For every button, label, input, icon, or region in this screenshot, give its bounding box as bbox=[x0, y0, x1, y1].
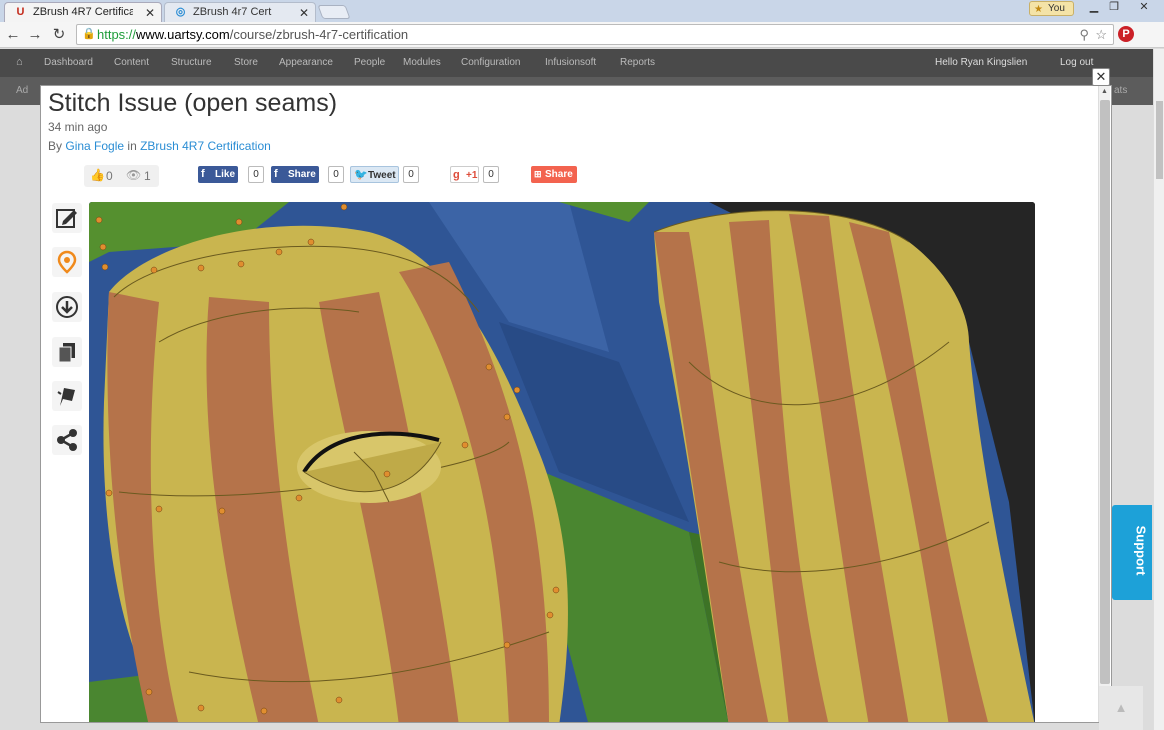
restore-icon[interactable]: ❐ bbox=[1102, 1, 1126, 15]
edit-icon[interactable] bbox=[52, 203, 82, 233]
home-icon[interactable]: ⌂ bbox=[16, 56, 23, 68]
scroll-up-icon[interactable]: ▲ bbox=[1101, 88, 1108, 95]
eye-icon: 👁 bbox=[126, 168, 142, 182]
google-plus-icon: g bbox=[453, 169, 460, 181]
url-scheme: https:// bbox=[97, 27, 137, 42]
address-bar[interactable]: 🔒 https://www.uartsy.com/course/zbrush-4… bbox=[76, 24, 1114, 45]
facebook-icon: f bbox=[274, 168, 278, 180]
back-to-top-button[interactable]: ▲ bbox=[1099, 686, 1143, 730]
bookmark-star-icon[interactable]: ☆ bbox=[1095, 25, 1107, 44]
pinterest-icon[interactable]: P bbox=[1118, 26, 1134, 42]
admin-item-people[interactable]: People bbox=[354, 57, 385, 68]
tweet-count: 0 bbox=[403, 166, 419, 183]
tab-zbrush-cert[interactable]: ◎ ZBrush 4r7 Cert ✕ bbox=[164, 2, 316, 22]
browser-toolbar: ← → ↻ 🔒 https://www.uartsy.com/course/zb… bbox=[0, 22, 1164, 63]
fb-like-label: Like bbox=[215, 169, 236, 180]
modal-scrollbar[interactable]: ▲ ▼ bbox=[1098, 86, 1110, 722]
share-button[interactable]: ⊞ Share bbox=[531, 166, 577, 183]
facebook-share-button[interactable]: f Share bbox=[271, 166, 319, 183]
copy-icon[interactable] bbox=[52, 337, 82, 367]
admin-item-dashboard[interactable]: Dashboard bbox=[44, 57, 93, 68]
tweet-button[interactable]: 🐦 Tweet bbox=[350, 166, 400, 183]
fb-share-count: 0 bbox=[328, 166, 344, 183]
window-close-icon[interactable]: ✕ bbox=[1132, 1, 1156, 15]
download-icon[interactable] bbox=[52, 292, 82, 322]
admin-item-store[interactable]: Store bbox=[234, 57, 258, 68]
new-tab-button[interactable] bbox=[317, 5, 351, 19]
admin-item-structure[interactable]: Structure bbox=[171, 57, 212, 68]
admin-item-modules[interactable]: Modules bbox=[403, 57, 441, 68]
modal-close-button[interactable]: ✕ bbox=[1092, 68, 1110, 86]
admin-item-configuration[interactable]: Configuration bbox=[461, 57, 520, 68]
page-scrollbar[interactable] bbox=[1153, 49, 1164, 730]
google-plus-button[interactable]: g +1 bbox=[450, 166, 479, 183]
thumbs-up-icon[interactable]: 👍 bbox=[90, 168, 105, 182]
view-count: 1 bbox=[144, 169, 151, 183]
tweet-label: Tweet bbox=[368, 170, 396, 181]
modal-scroll-thumb[interactable] bbox=[1100, 100, 1110, 684]
byline-in: in bbox=[127, 139, 137, 153]
globe-icon: ◎ bbox=[175, 6, 186, 18]
tab-label: ZBrush 4R7 Certification | bbox=[33, 6, 133, 18]
post-stats: 👍 0 👁 1 bbox=[84, 165, 159, 187]
tab-close-icon[interactable]: ✕ bbox=[299, 4, 309, 22]
fb-share-label: Share bbox=[288, 169, 316, 180]
logout-link[interactable]: Log out bbox=[1060, 57, 1093, 68]
admin-item-appearance[interactable]: Appearance bbox=[279, 57, 333, 68]
twitter-icon: 🐦 bbox=[354, 169, 368, 181]
post-timestamp: 34 min ago bbox=[48, 120, 108, 134]
share-icon[interactable] bbox=[52, 425, 82, 455]
flag-icon[interactable] bbox=[52, 381, 82, 411]
star-icon: ★ bbox=[1034, 4, 1043, 15]
gplus-count: 0 bbox=[483, 166, 499, 183]
share-label: Share bbox=[545, 169, 573, 180]
admin-item-reports[interactable]: Reports bbox=[620, 57, 655, 68]
lock-icon: 🔒 bbox=[82, 28, 96, 40]
back-icon[interactable]: ← bbox=[3, 25, 23, 45]
tab-close-icon[interactable]: ✕ bbox=[145, 4, 155, 22]
plus-icon: ⊞ bbox=[534, 169, 542, 179]
post-byline: By Gina Fogle in ZBrush 4R7 Certificatio… bbox=[48, 139, 271, 153]
zoom-icon[interactable]: ⚲ bbox=[1079, 25, 1089, 44]
forward-icon[interactable]: → bbox=[25, 25, 45, 45]
profile-label: You bbox=[1048, 3, 1065, 14]
tab-zbrush-certification[interactable]: U ZBrush 4R7 Certification | ✕ bbox=[4, 2, 162, 22]
url-path: /course/zbrush-4r7-certification bbox=[229, 27, 409, 42]
author-link[interactable]: Gina Fogle bbox=[65, 139, 124, 153]
reload-icon[interactable]: ↻ bbox=[49, 25, 69, 45]
tab-label: ZBrush 4r7 Cert bbox=[193, 6, 272, 18]
post-image bbox=[89, 202, 1035, 722]
fb-like-count: 0 bbox=[248, 166, 264, 183]
browser-titlebar: U ZBrush 4R7 Certification | ✕ ◎ ZBrush … bbox=[0, 0, 1164, 22]
course-link[interactable]: ZBrush 4R7 Certification bbox=[140, 139, 271, 153]
admin-toolbar: ⌂ Dashboard Content Structure Store Appe… bbox=[0, 49, 1164, 77]
shortcut-right[interactable]: ats bbox=[1114, 85, 1127, 96]
gplus-label: +1 bbox=[466, 170, 478, 181]
facebook-like-button[interactable]: f Like bbox=[198, 166, 238, 183]
like-count: 0 bbox=[106, 169, 113, 183]
url-host: www.uartsy.com bbox=[136, 27, 230, 42]
admin-item-infusionsoft[interactable]: Infusionsoft bbox=[545, 57, 596, 68]
admin-item-content[interactable]: Content bbox=[114, 57, 149, 68]
uartsy-logo-icon: U bbox=[16, 6, 25, 18]
post-modal: Stitch Issue (open seams) 34 min ago By … bbox=[40, 85, 1112, 723]
facebook-icon: f bbox=[201, 168, 205, 180]
support-tab[interactable]: Support bbox=[1112, 505, 1152, 600]
support-label: Support bbox=[1133, 525, 1149, 576]
profile-button[interactable]: ★ You bbox=[1029, 1, 1074, 16]
byline-prefix: By bbox=[48, 139, 63, 153]
admin-greeting: Hello Ryan Kingslien bbox=[935, 57, 1028, 68]
map-pin-icon[interactable] bbox=[52, 247, 82, 277]
mesh-render bbox=[89, 202, 1035, 722]
shortcut-left[interactable]: Ad bbox=[16, 85, 28, 96]
post-title: Stitch Issue (open seams) bbox=[48, 89, 338, 117]
